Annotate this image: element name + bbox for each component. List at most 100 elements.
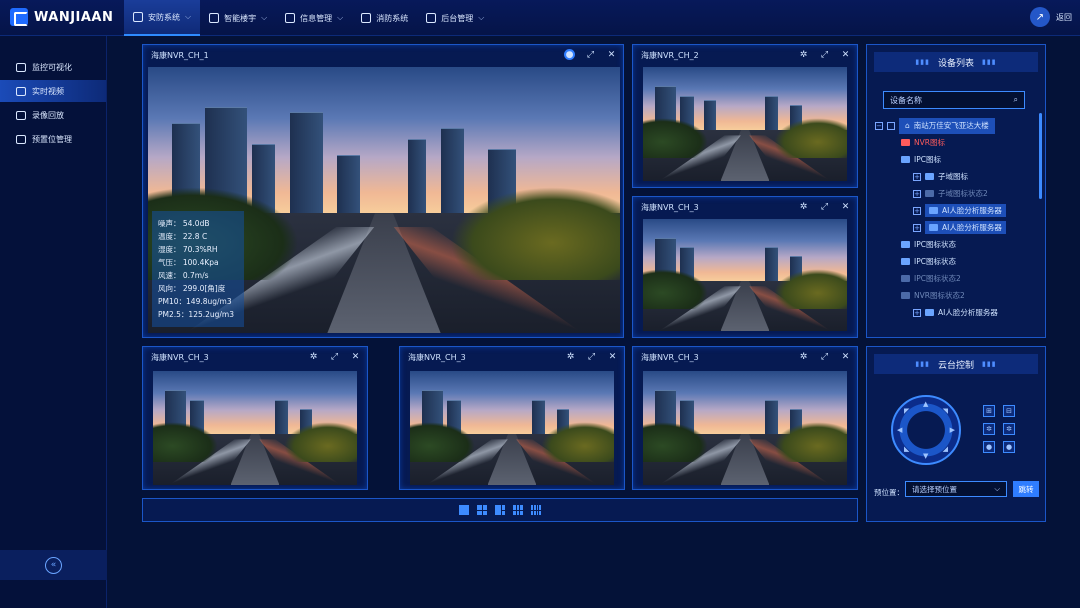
fullscreen-icon[interactable]: ⤢ xyxy=(819,201,830,212)
back-button[interactable]: ↗ 返回 xyxy=(1030,7,1072,27)
tree-node[interactable]: IPC图标 xyxy=(875,151,1035,168)
tree-node[interactable]: − ⌂ 南站万佳安飞亚达大楼 xyxy=(875,117,1035,134)
camera-settings-icon[interactable]: ✲ xyxy=(798,201,809,212)
arrow-right-icon[interactable]: ▶ xyxy=(950,426,955,434)
iris-close-icon[interactable]: ● xyxy=(1003,441,1015,453)
expand-toggle-icon[interactable]: + xyxy=(913,223,921,232)
stat-humidity: 湿度： 70.3%RH xyxy=(158,245,218,254)
tree-node[interactable]: IPC图标状态2 xyxy=(875,270,1035,287)
tree-label: 子域图标状态2 xyxy=(938,189,988,198)
video-feed[interactable]: 噪声： 54.0dB 温度： 22.8 C 湿度： 70.3%RH 气压： 10… xyxy=(148,67,620,333)
preset-icon xyxy=(16,134,26,144)
expand-toggle-icon[interactable]: + xyxy=(913,189,921,198)
header-deco: ▮▮▮ xyxy=(982,58,997,66)
expand-toggle-icon[interactable]: + xyxy=(913,172,921,181)
expand-toggle-icon[interactable]: + xyxy=(913,308,921,317)
record-icon[interactable]: ● xyxy=(564,49,575,60)
tree-node[interactable]: + AI人脸分析服务器 xyxy=(875,304,1035,321)
search-placeholder: 设备名称 xyxy=(890,95,922,105)
arrow-down-right-icon[interactable]: ◢ xyxy=(943,445,948,453)
device-list-scrollbar[interactable] xyxy=(1039,113,1042,199)
arrow-down-icon[interactable]: ▼ xyxy=(923,452,928,460)
ptz-joystick[interactable]: ▲ ▼ ◀ ▶ ◤ ◥ ◣ ◢ xyxy=(891,395,961,465)
tree-node[interactable]: + AI人脸分析服务器 xyxy=(875,202,1035,219)
layout-16-icon[interactable] xyxy=(531,505,541,515)
brand-logo[interactable]: WANJIAAN xyxy=(10,8,113,26)
stat-wind-speed: 风速： 0.7m/s xyxy=(158,271,209,280)
tree-node[interactable]: + AI人脸分析服务器 xyxy=(875,219,1035,236)
tree-node[interactable]: NVR图标 xyxy=(875,134,1035,151)
video-panel-ch3: 海康NVR_CH_3 ✲ ⤢ ✕ xyxy=(632,196,858,338)
arrow-up-left-icon[interactable]: ◤ xyxy=(904,407,909,415)
tree-node[interactable]: IPC图标状态 xyxy=(875,236,1035,253)
tree-node-label: ⌂ 南站万佳安飞亚达大楼 xyxy=(899,117,995,134)
checkbox-icon[interactable] xyxy=(887,121,895,130)
arrow-down-left-icon[interactable]: ◣ xyxy=(904,445,909,453)
camera-settings-icon[interactable]: ✲ xyxy=(565,351,576,362)
layout-switcher xyxy=(142,498,858,522)
device-search-input[interactable]: 设备名称 ⌕ xyxy=(883,91,1025,109)
close-icon[interactable]: ✕ xyxy=(840,49,851,60)
sidebar-item-preset[interactable]: 预置位管理 xyxy=(0,128,106,150)
ai-server-icon xyxy=(929,207,938,214)
layout-9-icon[interactable] xyxy=(513,505,523,515)
fullscreen-icon[interactable]: ⤢ xyxy=(586,351,597,362)
iris-open-icon[interactable]: ● xyxy=(983,441,995,453)
focus-near-icon[interactable]: ✲ xyxy=(983,423,995,435)
video-panel-ch3: 海康NVR_CH_3 ✲ ⤢ ✕ xyxy=(399,346,625,490)
sidebar-item-playback[interactable]: 录像回放 xyxy=(0,104,106,126)
arrow-left-icon[interactable]: ◀ xyxy=(897,426,902,434)
video-feed[interactable] xyxy=(410,371,614,485)
tree-node[interactable]: + 子域图标 xyxy=(875,168,1035,185)
collapse-toggle-icon[interactable]: − xyxy=(875,121,883,130)
nav-item-building[interactable]: 智能楼宇 ⌵ xyxy=(200,0,276,36)
jump-button[interactable]: 跳转 xyxy=(1013,481,1039,497)
focus-far-icon[interactable]: ✲ xyxy=(1003,423,1015,435)
layout-6-icon[interactable] xyxy=(495,505,505,515)
layout-4-icon[interactable] xyxy=(477,505,487,515)
nav-item-security[interactable]: 安防系统 ⌵ xyxy=(124,0,201,36)
camera-settings-icon[interactable]: ✲ xyxy=(798,351,809,362)
nav-item-admin[interactable]: 后台管理 ⌵ xyxy=(417,0,493,36)
sidebar-item-monitor[interactable]: 监控可视化 xyxy=(0,56,106,78)
layout-1-icon[interactable] xyxy=(459,505,469,515)
fullscreen-icon[interactable]: ⤢ xyxy=(585,49,596,60)
preset-select[interactable]: 请选择预位置 ⌵ xyxy=(905,481,1007,497)
zoom-out-icon[interactable]: ⊟ xyxy=(1003,405,1015,417)
camera-settings-icon[interactable]: ✲ xyxy=(308,351,319,362)
video-feed[interactable] xyxy=(643,67,847,181)
ptz-title: 云台控制 xyxy=(937,360,974,371)
search-icon[interactable]: ⌕ xyxy=(1014,95,1018,105)
device-list-panel: ▮▮▮ 设备列表 ▮▮▮ 设备名称 ⌕ − ⌂ 南站万佳安飞亚达大楼 NVR图标… xyxy=(866,44,1046,338)
zoom-in-icon[interactable]: ⊞ xyxy=(983,405,995,417)
fullscreen-icon[interactable]: ⤢ xyxy=(819,49,830,60)
video-panel-main: 海康NVR_CH_1 ● ⤢ ✕ 噪声： 54.0dB 温度： 22.8 C 湿… xyxy=(142,44,624,338)
arrow-up-right-icon[interactable]: ◥ xyxy=(943,407,948,415)
close-icon[interactable]: ✕ xyxy=(840,201,851,212)
stat-noise: 噪声： 54.0dB xyxy=(158,219,210,228)
close-icon[interactable]: ✕ xyxy=(350,351,361,362)
sidebar-item-live-video[interactable]: 实时视频 xyxy=(0,80,106,102)
arrow-up-icon[interactable]: ▲ xyxy=(923,400,928,408)
tree-node[interactable]: NVR图标状态2 xyxy=(875,287,1035,304)
video-feed[interactable] xyxy=(153,371,357,485)
tree-node[interactable]: IPC图标状态 xyxy=(875,253,1035,270)
preset-label: 预位置： xyxy=(874,488,904,497)
tree-label: NVR图标 xyxy=(914,138,945,147)
fullscreen-icon[interactable]: ⤢ xyxy=(329,351,340,362)
camera-settings-icon[interactable]: ✲ xyxy=(798,49,809,60)
video-feed[interactable] xyxy=(643,219,847,331)
stat-pm25: PM2.5：125.2ug/m3 xyxy=(158,310,235,319)
close-icon[interactable]: ✕ xyxy=(607,351,618,362)
subdomain-icon xyxy=(925,173,934,180)
close-icon[interactable]: ✕ xyxy=(606,49,617,60)
sidebar-item-label: 实时视频 xyxy=(32,86,64,96)
video-feed[interactable] xyxy=(643,371,847,485)
close-icon[interactable]: ✕ xyxy=(840,351,851,362)
nav-item-fire[interactable]: 消防系统 xyxy=(352,0,417,36)
expand-toggle-icon[interactable]: + xyxy=(913,206,921,215)
fullscreen-icon[interactable]: ⤢ xyxy=(819,351,830,362)
collapse-sidebar-icon[interactable]: « xyxy=(45,556,62,574)
nav-item-info[interactable]: 信息管理 ⌵ xyxy=(276,0,352,36)
tree-node[interactable]: + 子域图标状态2 xyxy=(875,185,1035,202)
